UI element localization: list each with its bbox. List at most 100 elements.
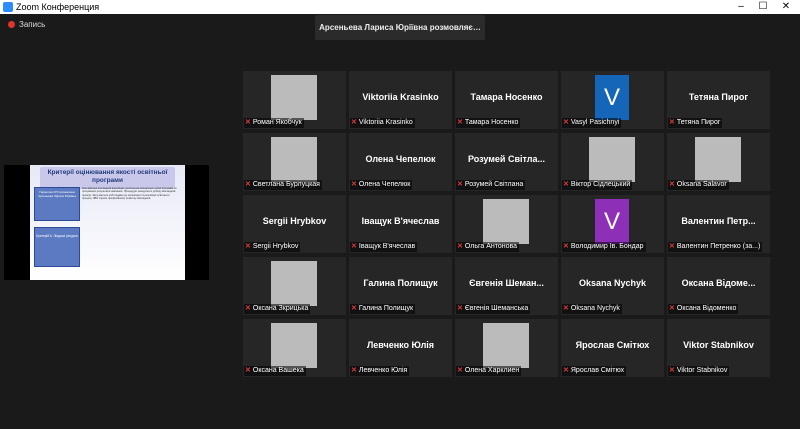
participant-display-name: Sergii Hrybkov bbox=[262, 216, 327, 226]
muted-mic-icon: ✕ bbox=[457, 181, 463, 188]
participant-label-text: Віктор Сідлецький bbox=[570, 181, 631, 188]
participant-tile[interactable]: ✕ Oksana Salavor bbox=[667, 133, 770, 191]
participant-display-name: Галина Полищук bbox=[363, 278, 438, 288]
participant-tile[interactable]: ✕ Роман Якобчук bbox=[243, 71, 346, 129]
participant-name-label: ✕ Vasyl Pasichnyi bbox=[562, 118, 622, 128]
participant-video bbox=[271, 75, 317, 120]
participant-label-text: Оксана Вашека bbox=[252, 367, 304, 374]
recording-indicator[interactable]: Запись bbox=[8, 20, 45, 29]
participant-name-label: ✕ Viktor Stabnikov bbox=[668, 366, 730, 376]
participant-tile[interactable]: Viktoriia Krasinko ✕ Viktoriia Krasinko bbox=[349, 71, 452, 129]
participant-label-text: Тамара Носенко bbox=[464, 119, 519, 126]
participant-display-name: Oksana Nychyk bbox=[578, 278, 647, 288]
participant-name-label: ✕ Володимир Ів. Бондар bbox=[562, 242, 646, 252]
participant-tile[interactable]: ✕ Віктор Сідлецький bbox=[561, 133, 664, 191]
participant-tile[interactable]: Тамара Носенко ✕ Тамара Носенко bbox=[455, 71, 558, 129]
participant-name-label: ✕ Роман Якобчук bbox=[244, 118, 304, 128]
participant-name-label: ✕ Ольга Антонова bbox=[456, 242, 520, 252]
slide-box-criterion: Критерій 6. Людські ресурси bbox=[34, 227, 80, 267]
participant-label-text: Vasyl Pasichnyi bbox=[570, 119, 620, 126]
participant-name-label: ✕ Тетяна Пирог bbox=[668, 118, 723, 128]
participant-tile[interactable]: Тетяна Пирог ✕ Тетяна Пирог bbox=[667, 71, 770, 129]
muted-mic-icon: ✕ bbox=[563, 119, 569, 126]
participant-video bbox=[483, 323, 529, 368]
participant-display-name: Євгенія Шеман... bbox=[469, 278, 544, 288]
participant-tile[interactable]: Viktor Stabnikov ✕ Viktor Stabnikov bbox=[667, 319, 770, 377]
participant-label-text: Галина Полищук bbox=[358, 305, 414, 312]
muted-mic-icon: ✕ bbox=[351, 305, 357, 312]
participant-label-text: Светлана Бурлуцкая bbox=[252, 181, 320, 188]
participant-tile[interactable]: ✕ Светлана Бурлуцкая bbox=[243, 133, 346, 191]
active-speaker-banner: Арсеньева Лариса Юріївна розмовляє… bbox=[315, 15, 485, 40]
participant-name-label: ✕ Ярослав Смітюх bbox=[562, 366, 627, 376]
participant-label-text: Ольга Антонова bbox=[464, 243, 518, 250]
participant-name-label: ✕ Оксана Зкрицька bbox=[244, 304, 311, 314]
participant-display-name: Іващук В'ячеслав bbox=[361, 216, 440, 226]
participant-label-text: Євгенія Шеманська bbox=[464, 305, 529, 312]
participant-tile[interactable]: Розумей Світла... ✕ Розумей Світлана bbox=[455, 133, 558, 191]
participant-tile[interactable]: ✕ Оксана Зкрицька bbox=[243, 257, 346, 315]
participant-tile[interactable]: Євгенія Шеман... ✕ Євгенія Шеманська bbox=[455, 257, 558, 315]
participant-label-text: Оксана Зкрицька bbox=[252, 305, 309, 312]
maximize-button[interactable]: ☐ bbox=[752, 0, 774, 14]
participant-tile[interactable]: Ярослав Смітюх ✕ Ярослав Смітюх bbox=[561, 319, 664, 377]
muted-mic-icon: ✕ bbox=[245, 305, 251, 312]
muted-mic-icon: ✕ bbox=[245, 181, 251, 188]
participant-label-text: Олена Чепелюк bbox=[358, 181, 411, 188]
participant-label-text: Ярослав Смітюх bbox=[570, 367, 625, 374]
participant-video bbox=[271, 137, 317, 182]
participant-tile[interactable]: Галина Полищук ✕ Галина Полищук bbox=[349, 257, 452, 315]
participant-tile[interactable]: ✕ Олена Харклиен bbox=[455, 319, 558, 377]
participant-tile[interactable]: ✕ Ольга Антонова bbox=[455, 195, 558, 253]
participant-tile[interactable]: V ✕ Володимир Ів. Бондар bbox=[561, 195, 664, 253]
participant-tile[interactable]: V ✕ Vasyl Pasichnyi bbox=[561, 71, 664, 129]
muted-mic-icon: ✕ bbox=[563, 243, 569, 250]
muted-mic-icon: ✕ bbox=[563, 181, 569, 188]
participant-name-label: ✕ Левченко Юлія bbox=[350, 366, 410, 376]
muted-mic-icon: ✕ bbox=[245, 367, 251, 374]
participant-name-label: ✕ Оксана Відоменко bbox=[668, 304, 739, 314]
participant-tile[interactable]: Левченко Юлія ✕ Левченко Юлія bbox=[349, 319, 452, 377]
participant-label-text: Тетяна Пирог bbox=[676, 119, 721, 126]
participant-display-name: Тетяна Пирог bbox=[688, 92, 749, 102]
muted-mic-icon: ✕ bbox=[563, 305, 569, 312]
participant-tile[interactable]: Олена Чепелюк ✕ Олена Чепелюк bbox=[349, 133, 452, 191]
participant-label-text: Розумей Світлана bbox=[464, 181, 524, 188]
slide-body-text: Кваліфікація викладачів відповідає досяг… bbox=[82, 187, 177, 200]
participant-name-label: ✕ Светлана Бурлуцкая bbox=[244, 180, 322, 190]
title-bar: Zoom Конференция – ☐ ✕ bbox=[0, 0, 800, 14]
muted-mic-icon: ✕ bbox=[669, 305, 675, 312]
participant-display-name: Ярослав Смітюх bbox=[575, 340, 650, 350]
close-button[interactable]: ✕ bbox=[775, 0, 797, 14]
participant-tile[interactable]: Іващук В'ячеслав ✕ Іващук В'ячеслав bbox=[349, 195, 452, 253]
participant-name-label: ✕ Олена Чепелюк bbox=[350, 180, 413, 190]
participant-label-text: Sergii Hrybkov bbox=[252, 243, 299, 250]
muted-mic-icon: ✕ bbox=[351, 367, 357, 374]
participant-avatar: V bbox=[595, 199, 629, 244]
participant-label-text: Олена Харклиен bbox=[464, 367, 520, 374]
record-dot-icon bbox=[8, 21, 15, 28]
participant-video bbox=[271, 323, 317, 368]
participant-name-label: ✕ Галина Полищук bbox=[350, 304, 416, 314]
participant-tile[interactable]: Оксана Відоме... ✕ Оксана Відоменко bbox=[667, 257, 770, 315]
participant-name-label: ✕ Іващук В'ячеслав bbox=[350, 242, 418, 252]
participant-label-text: Іващук В'ячеслав bbox=[358, 243, 416, 250]
participant-label-text: Oksana Salavor bbox=[676, 181, 727, 188]
recording-label: Запись bbox=[19, 20, 46, 29]
minimize-button[interactable]: – bbox=[730, 0, 752, 14]
participant-tile[interactable]: Oksana Nychyk ✕ Oksana Nychyk bbox=[561, 257, 664, 315]
muted-mic-icon: ✕ bbox=[669, 367, 675, 374]
muted-mic-icon: ✕ bbox=[669, 243, 675, 250]
muted-mic-icon: ✕ bbox=[563, 367, 569, 374]
participant-name-label: ✕ Оксана Вашека bbox=[244, 366, 306, 376]
participant-tile[interactable]: ✕ Оксана Вашека bbox=[243, 319, 346, 377]
participant-video bbox=[589, 137, 635, 182]
participant-name-label: ✕ Віктор Сідлецький bbox=[562, 180, 633, 190]
muted-mic-icon: ✕ bbox=[351, 181, 357, 188]
participant-tile[interactable]: Sergii Hrybkov ✕ Sergii Hrybkov bbox=[243, 195, 346, 253]
participant-display-name: Валентин Петр... bbox=[681, 216, 756, 226]
participant-name-label: ✕ Валентин Петренко (за...) bbox=[668, 242, 763, 252]
muted-mic-icon: ✕ bbox=[457, 367, 463, 374]
shared-screen-thumbnail[interactable]: Критерії оцінювання якості освітньої про… bbox=[4, 165, 209, 280]
participant-tile[interactable]: Валентин Петр... ✕ Валентин Петренко (за..… bbox=[667, 195, 770, 253]
